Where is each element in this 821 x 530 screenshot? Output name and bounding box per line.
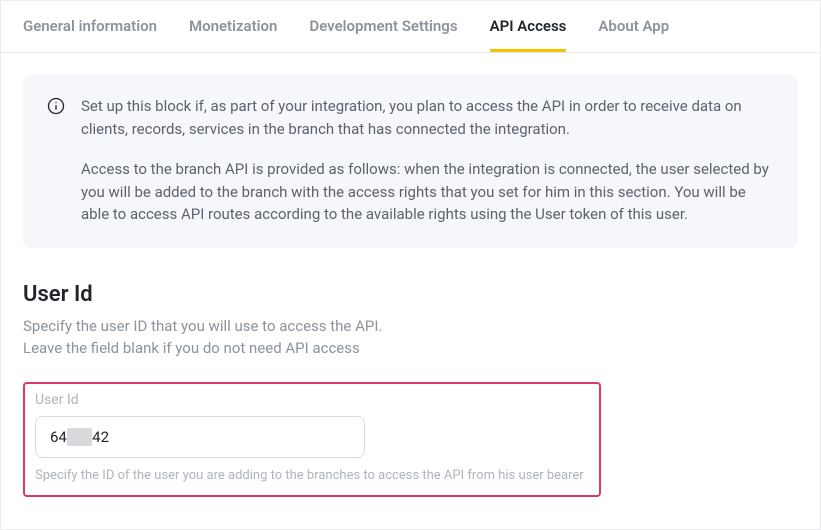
page-container: General information Monetization Develop… bbox=[0, 0, 821, 530]
tab-bar: General information Monetization Develop… bbox=[1, 1, 820, 53]
info-box: Set up this block if, as part of your in… bbox=[23, 75, 798, 248]
field-hint: Specify the ID of the user you are addin… bbox=[35, 468, 589, 483]
tab-development-settings[interactable]: Development Settings bbox=[309, 17, 457, 52]
section-description: Specify the user ID that you will use to… bbox=[23, 315, 798, 360]
info-paragraph-1: Set up this block if, as part of your in… bbox=[81, 95, 774, 140]
tab-general-information[interactable]: General information bbox=[23, 17, 157, 52]
tab-content: Set up this block if, as part of your in… bbox=[1, 53, 820, 519]
info-paragraph-2: Access to the branch API is provided as … bbox=[81, 158, 774, 226]
info-text: Set up this block if, as part of your in… bbox=[81, 95, 774, 226]
section-title: User Id bbox=[23, 282, 798, 307]
tab-api-access[interactable]: API Access bbox=[490, 17, 567, 52]
field-label: User Id bbox=[35, 392, 589, 408]
info-icon bbox=[47, 97, 65, 115]
tab-about-app[interactable]: About App bbox=[598, 17, 669, 52]
user-id-input[interactable]: 6400042 bbox=[35, 416, 365, 458]
highlight-box: User Id 6400042 Specify the ID of the us… bbox=[23, 382, 601, 497]
user-id-section: User Id Specify the user ID that you wil… bbox=[23, 282, 798, 497]
tab-monetization[interactable]: Monetization bbox=[189, 17, 277, 52]
